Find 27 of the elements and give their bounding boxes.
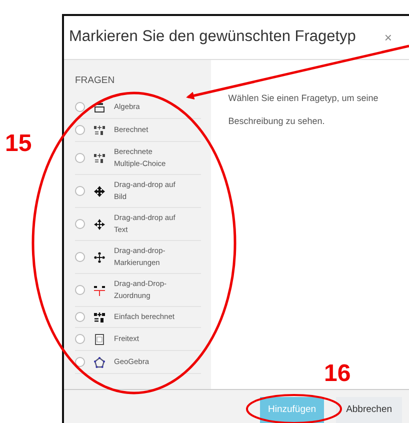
section-heading: FRAGEN — [75, 74, 116, 88]
formula-icon — [94, 124, 105, 136]
formula-icon — [94, 102, 105, 113]
radio-button[interactable] — [75, 334, 85, 344]
radio-button[interactable] — [75, 285, 85, 296]
cancel-button[interactable]: Abbrechen — [336, 397, 402, 423]
document-icon — [94, 334, 105, 345]
radio-button[interactable] — [75, 312, 85, 322]
radio-button[interactable] — [75, 102, 85, 112]
radio-button[interactable] — [75, 153, 85, 164]
formula-icon — [94, 312, 105, 323]
pentagon-icon — [94, 356, 105, 368]
formula-icon — [94, 152, 105, 164]
annotation-number: 16 — [324, 362, 351, 386]
close-button[interactable]: × — [384, 28, 392, 48]
move-icon — [94, 186, 105, 197]
radio-button[interactable] — [75, 186, 85, 196]
move-icon — [94, 218, 105, 230]
radio-button[interactable] — [75, 219, 85, 230]
move-icon — [94, 252, 105, 263]
radio-button[interactable] — [75, 357, 85, 368]
annotation-number: 15 — [5, 132, 32, 156]
radio-button[interactable] — [75, 125, 85, 136]
matching-icon — [94, 284, 105, 296]
radio-button[interactable] — [75, 252, 85, 262]
description-text: Wählen Sie einen Fragetyp, um seine Beschreibung zu sehen. — [228, 92, 380, 128]
dialog-title: Markieren Sie den gewünschten Fragetyp — [69, 28, 356, 47]
